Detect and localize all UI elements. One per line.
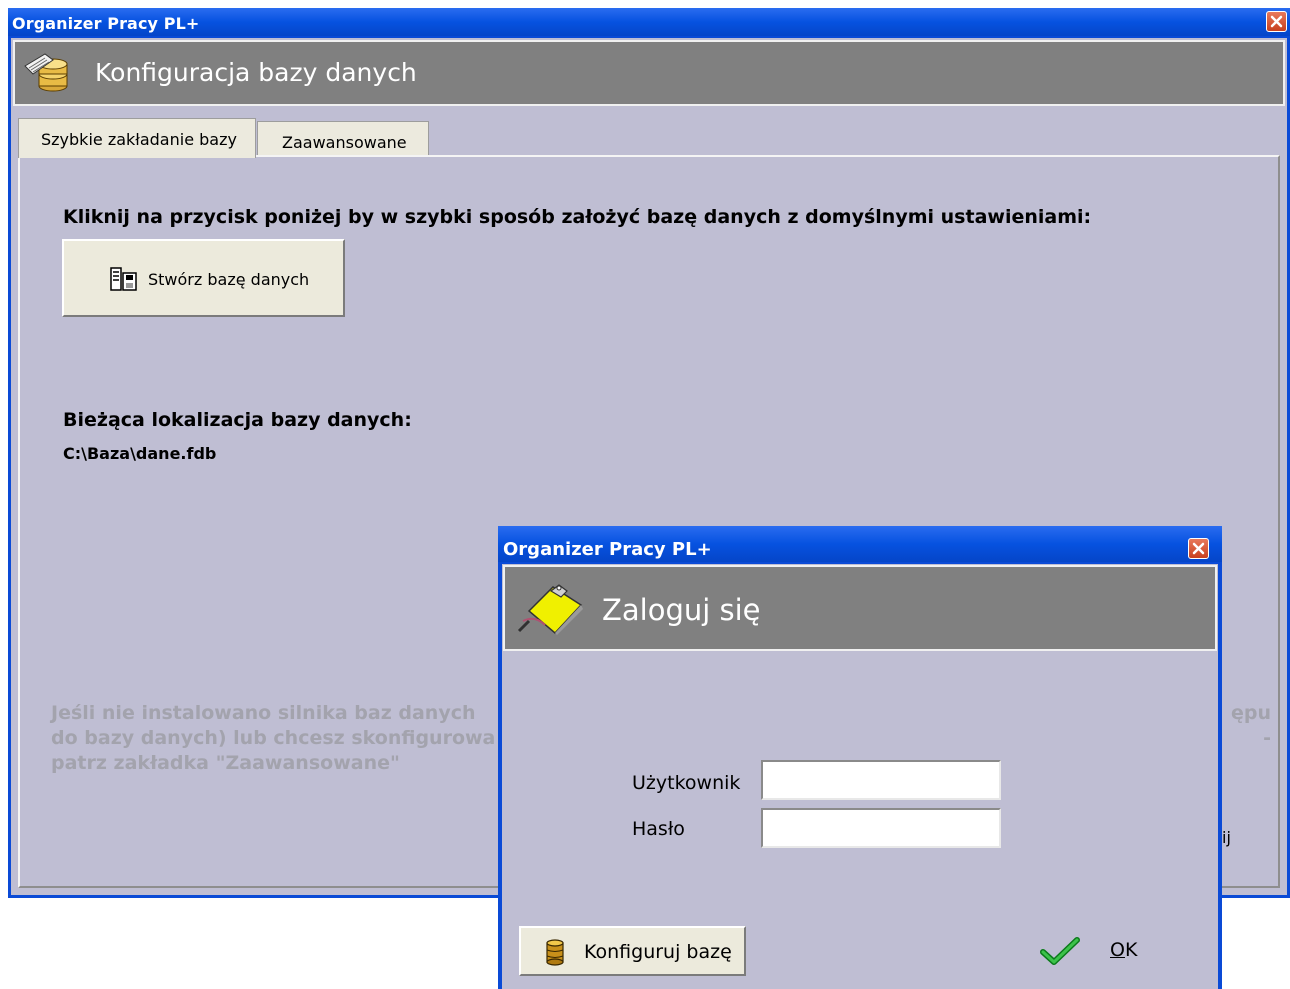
login-dialog: Organizer Pracy PL+ Zaloguj się Użytkown… — [498, 526, 1222, 989]
configure-database-label: Konfiguruj bazę — [584, 941, 732, 963]
tab-advanced-label: Zaawansowane — [282, 133, 407, 152]
password-input[interactable] — [761, 808, 1001, 848]
main-titlebar[interactable]: Organizer Pracy PL+ — [8, 8, 1290, 36]
main-window-title: Organizer Pracy PL+ — [12, 14, 200, 33]
user-input[interactable] — [761, 760, 1001, 800]
create-database-icon — [110, 267, 137, 291]
user-label: Użytkownik — [632, 772, 741, 794]
login-titlebar[interactable]: Organizer Pracy PL+ — [498, 526, 1222, 562]
database-config-icon — [24, 53, 68, 92]
login-client-area: Zaloguj się Użytkownik Hasło Konfiguruj … — [502, 564, 1218, 989]
login-header-title: Zaloguj się — [602, 593, 761, 627]
tab-advanced[interactable]: Zaawansowane — [257, 121, 429, 155]
tab-quick-setup-label: Szybkie zakładanie bazy — [41, 130, 237, 149]
main-close-button[interactable] — [1266, 11, 1287, 32]
partial-text: ij — [1222, 828, 1231, 847]
checkmark-icon — [1040, 937, 1080, 965]
login-header: Zaloguj się — [503, 565, 1217, 651]
tab-quick-setup[interactable]: Szybkie zakładanie bazy — [18, 118, 256, 158]
login-dialog-title: Organizer Pracy PL+ — [503, 539, 712, 560]
create-database-button[interactable]: Stwórz bazę danych — [62, 239, 345, 317]
configure-database-button[interactable]: Konfiguruj bazę — [519, 926, 746, 976]
ok-button[interactable]: OK — [1032, 926, 1152, 976]
main-header: Konfiguracja bazy danych — [13, 40, 1285, 106]
main-header-title: Konfiguracja bazy danych — [95, 58, 417, 87]
create-database-label: Stwórz bazę danych — [148, 270, 310, 289]
login-close-button[interactable] — [1188, 538, 1209, 559]
close-icon — [1192, 542, 1205, 555]
database-icon — [546, 939, 564, 966]
ok-label: OK — [1110, 939, 1138, 961]
password-label: Hasło — [632, 818, 685, 840]
instruction-text: Kliknij na przycisk poniżej by w szybki … — [63, 206, 1092, 228]
clipboard-icon — [517, 584, 583, 635]
current-location-label: Bieżąca lokalizacja bazy danych: — [63, 409, 412, 431]
current-location-value: C:\Baza\dane.fdb — [63, 444, 217, 463]
close-icon — [1270, 15, 1283, 28]
